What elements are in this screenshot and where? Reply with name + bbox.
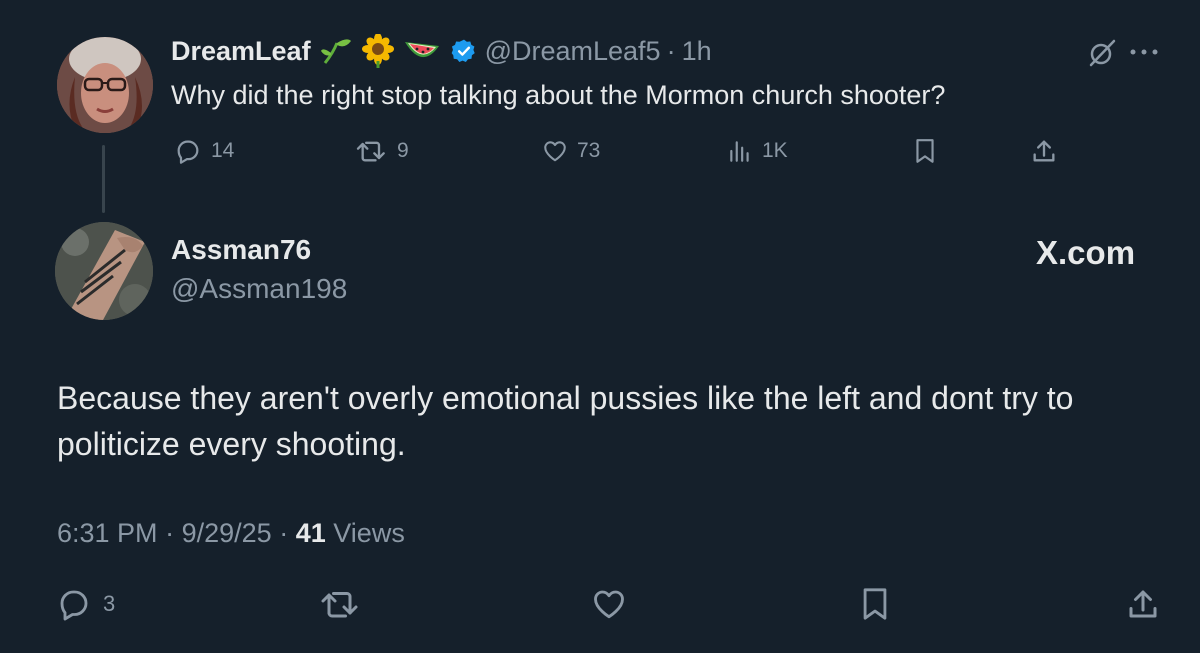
reply-reply-count: 3 [103, 591, 116, 616]
reply-tweet-text: Because they aren't overly emotional pus… [57, 380, 1074, 462]
avatar-dreamleaf[interactable] [57, 37, 153, 133]
watermelon-emoji-icon [403, 36, 441, 66]
reply-icon [60, 590, 88, 621]
reply-time[interactable]: 6:31 PM [57, 518, 158, 548]
reply-like-button[interactable] [590, 585, 628, 623]
reply-bookmark-button[interactable] [858, 585, 892, 623]
meta-separator: · [666, 35, 676, 66]
parent-tweet-text: Why did the right stop talking about the… [171, 80, 946, 110]
parent-timestamp[interactable]: 1h [682, 36, 712, 67]
x-com-watermark: X.com [1036, 234, 1135, 272]
parent-views-count: 1K [762, 139, 788, 162]
parent-reply-button[interactable]: 14 [173, 136, 234, 166]
reply-date[interactable]: 9/29/25 [182, 518, 272, 548]
tweet-screenshot: DreamLeaf @DreamLeaf5 · 1h Why did the r… [0, 0, 1200, 653]
grok-icon[interactable] [1087, 38, 1117, 73]
parent-repost-count: 9 [397, 139, 409, 162]
seedling-emoji-icon [319, 35, 353, 67]
reply-views-label: Views [333, 518, 405, 548]
views-icon [730, 141, 749, 162]
reply-reply-button[interactable]: 3 [55, 585, 115, 623]
verified-badge-icon[interactable] [451, 38, 477, 64]
parent-like-count: 73 [577, 139, 601, 162]
meta-separator: · [165, 518, 175, 548]
like-icon [594, 590, 624, 619]
bookmark-icon [916, 139, 934, 163]
parent-header: DreamLeaf @DreamLeaf5 · 1h [171, 32, 712, 70]
parent-display-name[interactable]: DreamLeaf [171, 36, 311, 67]
reply-meta: 6:31 PM · 9/29/25 · 41 Views [57, 518, 405, 549]
repost-icon [321, 592, 358, 618]
bookmark-icon [863, 588, 887, 620]
reply-icon [177, 140, 199, 164]
reply-share-button[interactable] [1124, 585, 1162, 623]
reply-repost-button[interactable] [320, 585, 362, 623]
share-icon [1033, 140, 1055, 162]
reply-views-count: 41 [295, 518, 326, 548]
avatar-assman76[interactable] [55, 222, 153, 320]
share-icon [1129, 590, 1157, 618]
meta-separator: · [279, 518, 289, 548]
sunflower-emoji-icon [361, 34, 395, 68]
more-options-icon[interactable] [1128, 40, 1160, 69]
repost-icon [356, 141, 385, 162]
parent-bookmark-button[interactable] [912, 136, 938, 166]
parent-share-button[interactable] [1030, 136, 1058, 166]
parent-views-button[interactable]: 1K [726, 136, 788, 166]
reply-handle[interactable]: @Assman198 [171, 273, 347, 305]
reply-display-name[interactable]: Assman76 [171, 234, 311, 266]
parent-handle[interactable]: @DreamLeaf5 [485, 36, 661, 67]
parent-like-button[interactable]: 73 [541, 136, 600, 166]
parent-repost-button[interactable]: 9 [355, 136, 409, 166]
like-icon [544, 141, 566, 162]
parent-reply-count: 14 [211, 139, 235, 162]
thread-line [102, 145, 105, 213]
x-com-label: X.com [1036, 234, 1136, 271]
